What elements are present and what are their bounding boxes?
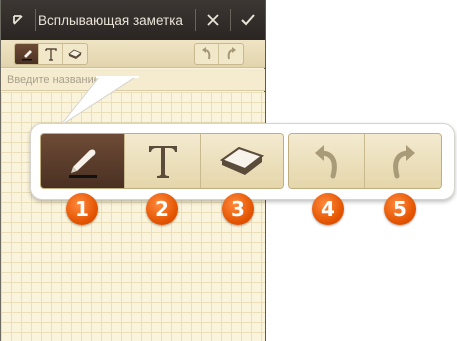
eraser-tool-button-zoomed[interactable]: [201, 134, 283, 188]
text-tool-button-zoomed[interactable]: [125, 134, 201, 188]
pen-tool-button[interactable]: [15, 44, 39, 64]
callout-number-3: 3: [222, 193, 254, 225]
text-icon: [148, 146, 177, 178]
close-button[interactable]: [196, 0, 230, 40]
eraser-icon: [219, 146, 265, 175]
checkmark-icon: [241, 14, 255, 26]
undo-button-zoomed[interactable]: [289, 134, 365, 188]
history-group: [194, 43, 244, 65]
close-icon: [207, 14, 219, 26]
callout-number-1: 1: [66, 193, 98, 225]
pen-icon: [21, 50, 32, 61]
pen-icon: [68, 149, 97, 178]
redo-icon: [227, 47, 236, 60]
title-bar: Всплывающая заметка: [1, 0, 265, 40]
redo-icon: [393, 145, 415, 179]
save-button[interactable]: [231, 0, 265, 40]
eraser-tool-button[interactable]: [63, 44, 87, 64]
tool-group: [14, 43, 88, 65]
redo-button-zoomed[interactable]: [365, 134, 441, 188]
window-title: Всплывающая заметка: [38, 12, 183, 28]
undo-icon: [201, 47, 210, 60]
text-tool-button[interactable]: [39, 44, 63, 64]
callout-pointer: [60, 76, 139, 127]
eraser-icon: [68, 49, 82, 59]
callout-number-4: 4: [312, 193, 344, 225]
pen-tool-button-zoomed[interactable]: [41, 134, 125, 188]
text-icon: [44, 48, 57, 61]
undo-button[interactable]: [195, 44, 219, 64]
tool-bar: [1, 40, 265, 68]
callout-number-2: 2: [146, 193, 178, 225]
collapse-button[interactable]: [1, 0, 35, 40]
callout-number-5: 5: [384, 193, 416, 225]
arrow-up-left-icon: [13, 15, 23, 25]
redo-button[interactable]: [219, 44, 243, 64]
undo-icon: [314, 145, 337, 179]
history-group-zoomed: [288, 133, 442, 189]
tool-group-zoomed: [40, 133, 284, 189]
